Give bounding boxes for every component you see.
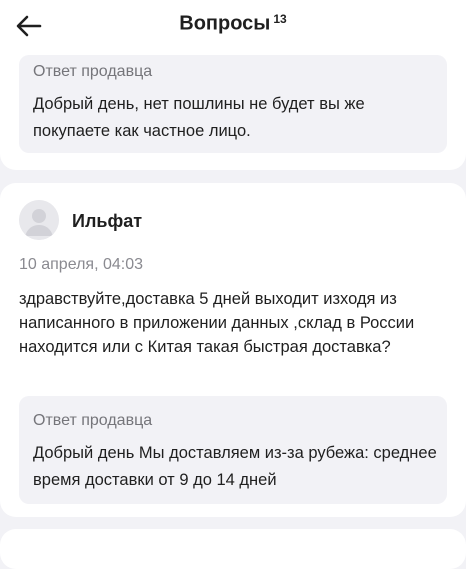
user-avatar-icon: [19, 200, 59, 240]
seller-answer-text: Добрый день, нет пошлины не будет вы же …: [33, 95, 365, 140]
seller-answer-label: Ответ продавца: [33, 412, 153, 429]
seller-answer: Ответ продавца Добрый день, нет пошлины …: [19, 55, 447, 153]
seller-answer: Ответ продавца Добрый день Мы доставляем…: [19, 396, 447, 504]
seller-answer-label: Ответ продавца: [33, 63, 153, 80]
page-title-wrap: Вопросы 13: [0, 12, 466, 35]
question-card: Ответ продавца Добрый день, нет пошлины …: [0, 40, 466, 170]
question-author: Ильфат: [72, 211, 143, 231]
questions-count: 13: [273, 12, 287, 26]
question-card: [0, 529, 466, 569]
seller-answer-text: Добрый день Мы доставляем из-за рубежа: …: [33, 444, 437, 489]
question-date: 10 апреля, 04:03: [19, 256, 143, 273]
question-text: здравствуйте,доставка 5 дней выходит изх…: [19, 290, 415, 356]
page-title: Вопросы: [179, 12, 271, 35]
top-bar: Вопросы 13: [0, 0, 466, 52]
